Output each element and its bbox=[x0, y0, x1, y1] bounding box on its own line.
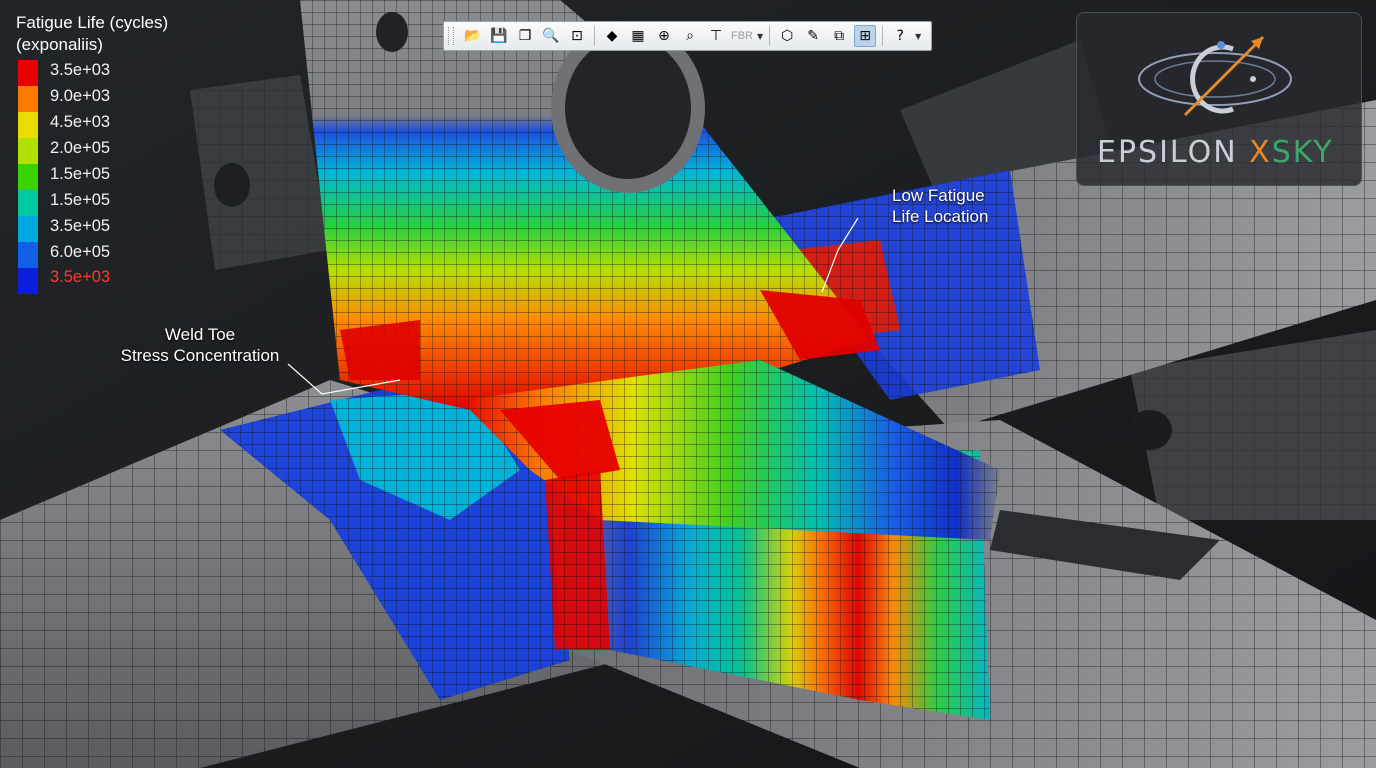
contour-icon[interactable]: ▦ bbox=[627, 25, 649, 47]
mesh-view-icon[interactable]: ⊞ bbox=[854, 25, 877, 47]
brand-word-x: X bbox=[1249, 135, 1272, 170]
legend-swatch bbox=[18, 242, 38, 268]
legend-value: 3.5e+03 bbox=[50, 61, 111, 79]
legend-row: 3.5e+03 bbox=[16, 60, 168, 86]
display-options-icon[interactable]: ⧉ bbox=[828, 25, 850, 47]
toolbar-grip[interactable] bbox=[448, 27, 454, 45]
legend-swatch bbox=[18, 190, 38, 216]
legend-value: 1.5e+05 bbox=[50, 165, 111, 183]
toolbar-separator bbox=[594, 26, 595, 46]
zoom-icon[interactable]: 🔍 bbox=[540, 25, 562, 47]
weld-callout-line1: Weld Toe bbox=[164, 325, 236, 344]
legend-min-value: 3.5e+03 bbox=[50, 268, 111, 286]
open-icon[interactable]: 📂 bbox=[462, 25, 484, 47]
legend-swatch bbox=[18, 60, 38, 86]
render-mode-icon[interactable]: ◆ bbox=[601, 25, 623, 47]
legend-row: 9.0e+03 bbox=[16, 86, 168, 112]
save-icon[interactable]: 💾 bbox=[488, 25, 510, 47]
brand-word-sky: SKY bbox=[1271, 135, 1334, 170]
legend-value: 2.0e+05 bbox=[50, 139, 111, 157]
legend-swatch bbox=[18, 112, 38, 138]
weld-toe-callout: Weld Toe Stress Concentration bbox=[100, 324, 300, 366]
weld-callout-line2: Stress Concentration bbox=[120, 346, 280, 365]
legend-value: 9.0e+03 bbox=[50, 87, 111, 105]
section-icon[interactable]: ⊤ bbox=[705, 25, 727, 47]
legend-swatch bbox=[18, 268, 38, 294]
view-iso-icon[interactable]: ⬡ bbox=[776, 25, 798, 47]
query-icon[interactable]: ⌕ bbox=[679, 25, 701, 47]
legend-value: 1.5e+05 bbox=[50, 191, 111, 209]
legend-value: 3.5e+05 bbox=[50, 217, 111, 235]
brand-logo-panel: EPSILON XSKY bbox=[1076, 12, 1362, 186]
legend-row: 6.0e+05 bbox=[16, 242, 168, 268]
zoom-fit-icon[interactable]: ⊕ bbox=[653, 25, 675, 47]
copy-icon[interactable]: ❐ bbox=[514, 25, 536, 47]
brand-wordmark: EPSILON XSKY bbox=[1097, 135, 1334, 170]
legend-swatch bbox=[18, 216, 38, 242]
orbit-logo-icon bbox=[1138, 35, 1292, 117]
legend-row: 3.5e+03 bbox=[16, 268, 168, 294]
low-fatigue-callout: Low Fatigue Life Location bbox=[892, 185, 988, 227]
legend-color-scale: 3.5e+03 9.0e+03 4.5e+03 2.0e+05 1.5e+05 1.5e+… bbox=[16, 60, 168, 294]
legend-value: 6.0e+05 bbox=[50, 243, 111, 261]
toolbar-separator bbox=[882, 26, 884, 46]
legend-row: 2.0e+05 bbox=[16, 138, 168, 164]
low-callout-line2: Life Location bbox=[892, 207, 989, 226]
legend-subtitle: (exponaliis) bbox=[16, 35, 103, 54]
legend-row: 1.5e+05 bbox=[16, 190, 168, 216]
legend-row: 3.5e+05 bbox=[16, 216, 168, 242]
toolbar-separator bbox=[769, 26, 771, 46]
legend-swatch bbox=[18, 86, 38, 112]
fatigue-life-legend: Fatigue Life (cycles) (exponaliis) 3.5e+… bbox=[16, 12, 168, 294]
probe-icon[interactable]: ✎ bbox=[802, 25, 824, 47]
chevron-down-icon[interactable]: ▼ bbox=[757, 32, 763, 41]
zoom-box-icon[interactable]: ⊡ bbox=[566, 25, 588, 47]
brand-word-epsilon: EPSILON bbox=[1097, 135, 1250, 170]
help-chevron-down-icon[interactable]: ▼ bbox=[915, 32, 921, 41]
legend-title: Fatigue Life (cycles) bbox=[16, 13, 169, 32]
legend-swatch bbox=[18, 164, 38, 190]
legend-row: 4.5e+03 bbox=[16, 112, 168, 138]
legend-value: 4.5e+03 bbox=[50, 113, 111, 131]
help-icon[interactable]: ? bbox=[889, 25, 911, 47]
legend-swatch bbox=[18, 138, 38, 164]
legend-row: 1.5e+05 bbox=[16, 164, 168, 190]
format-dropdown[interactable]: FBR bbox=[731, 30, 753, 42]
low-callout-line1: Low Fatigue bbox=[892, 186, 985, 205]
post-processing-toolbar: 📂 💾 ❐ 🔍 ⊡ ◆ ▦ ⊕ ⌕ ⊤ FBR ▼ ⬡ ✎ ⧉ ⊞? ▼ bbox=[443, 21, 932, 51]
